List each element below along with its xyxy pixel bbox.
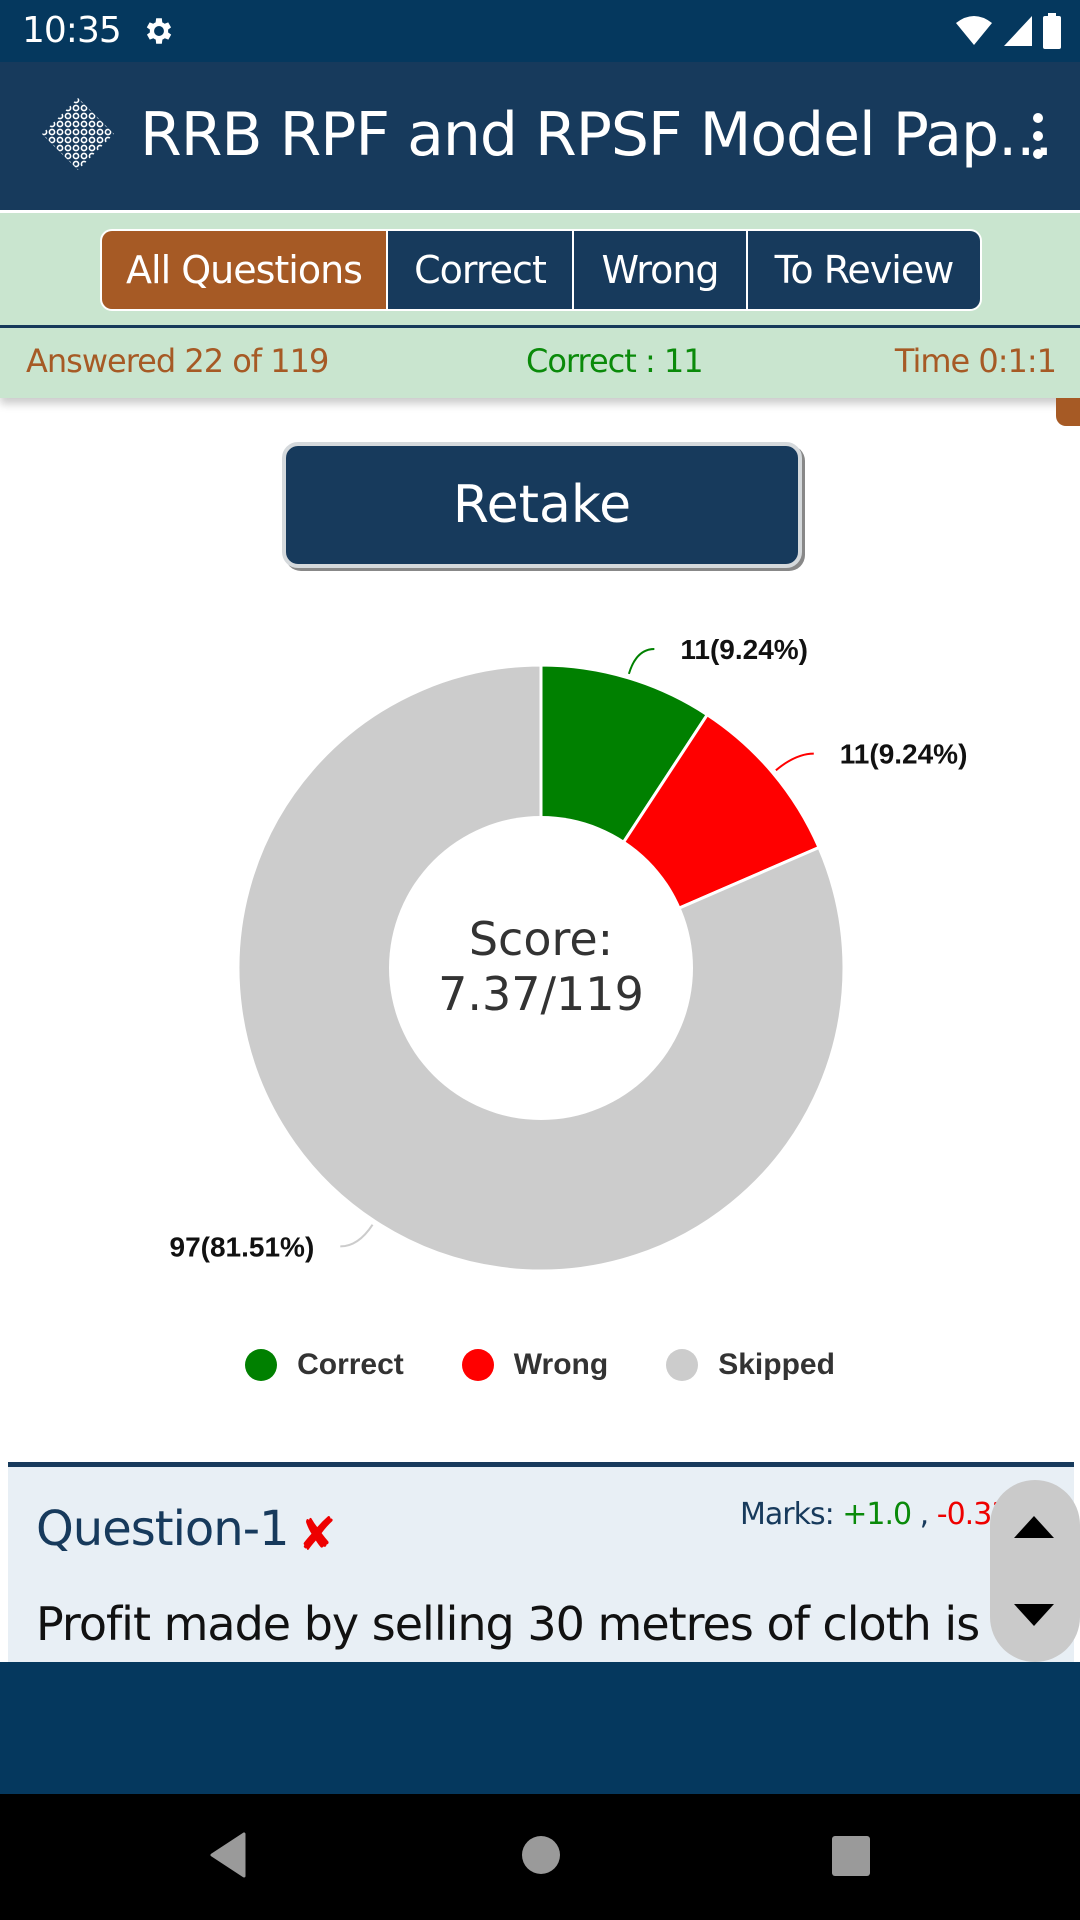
scroll-down-icon[interactable]: [1014, 1604, 1054, 1626]
legend-dot-wrong: [461, 1349, 494, 1381]
footer-band: [0, 1662, 1080, 1794]
legend-dot-skipped: [666, 1349, 699, 1381]
back-icon[interactable]: [208, 1832, 248, 1878]
system-nav-bar: [0, 1794, 1080, 1920]
leader-line-correct: [627, 647, 655, 675]
elapsed-time: Time 0:1:1: [894, 342, 1057, 380]
legend-label-skipped: Skipped: [718, 1348, 835, 1381]
scroll-up-icon[interactable]: [1014, 1516, 1054, 1538]
signal-icon: [1004, 16, 1032, 46]
app-bar: RRB RPF and RPSF Model Pap...: [0, 62, 1080, 210]
marks-label: Marks:: [740, 1497, 835, 1532]
tab-correct[interactable]: Correct: [386, 231, 572, 309]
filter-segmented-control: All Questions Correct Wrong To Review: [100, 229, 982, 311]
status-icons: [954, 12, 1062, 50]
legend-dot-correct: [245, 1349, 278, 1381]
answered-count: Answered 22 of 119: [26, 342, 329, 380]
status-bar: 10:35: [0, 0, 1080, 62]
slice-label-skipped: 97(81.51%): [170, 1231, 315, 1262]
wrong-cross-icon: ✘: [298, 1508, 337, 1560]
question-text: Profit made by selling 30 metres of clot…: [36, 1597, 980, 1651]
filter-bar: All Questions Correct Wrong To Review: [0, 213, 1080, 325]
diamond-grid-logo-icon: [42, 98, 114, 170]
slice-label-wrong: 11(9.24%): [840, 739, 968, 770]
score-label: Score:: [469, 912, 613, 966]
score-donut-chart: 11(9.24%) 11(9.24%) 97(81.51%) Score: 7.37…: [170, 634, 968, 1273]
retake-button[interactable]: Retake: [282, 442, 802, 568]
question-marks: Marks: +1.0 , -0.33: [740, 1497, 1010, 1532]
leader-line-skipped: [340, 1224, 374, 1248]
score-value: 7.37/119: [438, 967, 644, 1021]
leader-line-wrong: [775, 752, 814, 772]
legend-item-skipped[interactable]: Skipped: [666, 1348, 835, 1382]
marks-separator: ,: [919, 1497, 929, 1532]
chart-legend: Correct Wrong Skipped: [0, 1340, 1080, 1390]
legend-item-correct[interactable]: Correct: [245, 1348, 404, 1382]
tab-to-review[interactable]: To Review: [746, 231, 980, 309]
app-title: RRB RPF and RPSF Model Pap...: [140, 100, 1053, 170]
home-icon[interactable]: [522, 1836, 560, 1874]
tab-all-questions[interactable]: All Questions: [102, 231, 386, 309]
marks-positive: +1.0: [842, 1497, 912, 1532]
wifi-icon: [956, 16, 992, 45]
tab-wrong[interactable]: Wrong: [572, 231, 746, 309]
legend-label-wrong: Wrong: [513, 1348, 609, 1381]
battery-icon: [1043, 13, 1061, 49]
legend-item-wrong[interactable]: Wrong: [461, 1348, 609, 1382]
more-vert-icon[interactable]: [1026, 112, 1050, 160]
recents-icon[interactable]: [832, 1836, 870, 1876]
side-drawer-handle[interactable]: [1056, 398, 1080, 426]
status-time: 10:35: [22, 10, 122, 51]
question-title: Question-1: [36, 1501, 290, 1557]
stats-bar: Answered 22 of 119 Correct : 11 Time 0:1…: [0, 328, 1080, 398]
correct-count: Correct : 11: [526, 342, 704, 380]
gear-icon: [146, 18, 172, 44]
legend-label-correct: Correct: [297, 1348, 404, 1381]
question-card: Question-1 ✘ Marks: +1.0 , -0.33 Profit …: [8, 1462, 1074, 1662]
scroll-navigator: [990, 1480, 1080, 1662]
slice-label-correct: 11(9.24%): [680, 634, 808, 665]
